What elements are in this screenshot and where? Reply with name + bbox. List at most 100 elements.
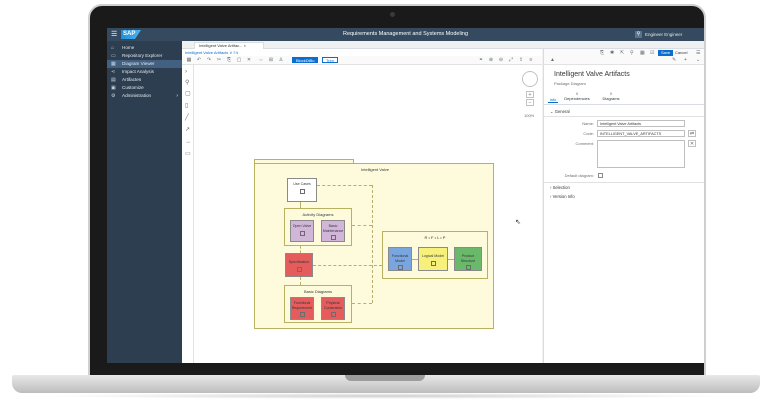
open-valve-element[interactable]: Open Valve	[290, 220, 314, 242]
dependency-icon[interactable]: ↗	[185, 127, 191, 133]
line-icon[interactable]: ╱	[185, 115, 191, 121]
connector-line	[412, 259, 418, 260]
nav-item-repository-explorer[interactable]: ▭ Repository Explorer	[107, 52, 182, 60]
nav-item-impact-analysis[interactable]: ⋖ Impact Analysis	[107, 68, 182, 76]
clear-button[interactable]: ✕	[688, 140, 696, 147]
nav-item-customize[interactable]: ▣ Customize	[107, 84, 182, 92]
properties-tabs: Info 0 Dependencies 0 Diagrams	[544, 89, 704, 105]
up-arrow-icon[interactable]: ▲	[550, 57, 555, 63]
logical-model-element[interactable]: Logical Model	[418, 247, 448, 271]
tab-diagrams[interactable]: 0 Diagrams	[598, 91, 624, 101]
search-icon[interactable]: ⚲	[185, 80, 191, 86]
properties-panel: ⎘ ✱ ⇱ ⚲ ▦ ☑ Save Cancel ☰ ▲ ✎ + ⌄ Intell…	[543, 49, 704, 363]
zoom-out-button[interactable]: −	[526, 99, 534, 106]
frame-icon[interactable]: ▭	[185, 151, 191, 157]
functional-requirement-element[interactable]: Functional Requirement	[290, 297, 314, 320]
paste-icon[interactable]: ▢	[236, 57, 242, 63]
note-icon[interactable]: ▯	[185, 103, 191, 109]
export-icon[interactable]: ⇪	[518, 57, 524, 63]
code-field[interactable]: INTELLIGENT_VALVE_ARTIFACTS	[597, 130, 685, 137]
connect-icon[interactable]: ⚭	[478, 57, 484, 63]
chevron-down-icon[interactable]: ⌄	[696, 57, 700, 63]
delete-icon[interactable]: ✕	[246, 57, 252, 63]
add-icon[interactable]: +	[684, 57, 687, 63]
pan-control[interactable]	[522, 71, 538, 87]
version-info-section-header[interactable]: › Version Info	[550, 194, 575, 199]
connector-line	[372, 185, 373, 303]
blockdibu-button[interactable]: BlockDiBu	[292, 57, 319, 63]
package-title: Intelligent Valve	[361, 167, 389, 172]
specification-element[interactable]: Specification	[285, 253, 313, 277]
more-icon[interactable]: ≡	[528, 57, 534, 63]
user-menu[interactable]: Engineer Engineer	[645, 32, 682, 37]
copy-icon[interactable]: ⎘	[600, 50, 604, 56]
person-icon[interactable]: ♙	[278, 57, 284, 63]
zoom-out-icon[interactable]: ⊖	[498, 57, 504, 63]
shape-palette: › ⚲ ▢ ▯ ╱ ↗ → ▭	[182, 65, 194, 363]
filter-icon[interactable]: ⚲	[630, 50, 634, 56]
undo-icon[interactable]: ↶	[196, 57, 202, 63]
cut-icon[interactable]: ✂	[216, 57, 222, 63]
diagram-icon	[397, 265, 403, 270]
connector-line	[300, 202, 301, 208]
properties-toolbar: ⎘ ✱ ⇱ ⚲ ▦ ☑ Save Cancel ☰ ▲ ✎ + ⌄	[544, 49, 704, 65]
diagram-canvas[interactable]: + − 100% Intelligent Valve Use Cases Act…	[194, 65, 542, 363]
edit-icon[interactable]: ✎	[672, 57, 676, 63]
settings-icon[interactable]: ✱	[610, 50, 614, 56]
nav-item-artifactes[interactable]: ▤ Artifactes	[107, 76, 182, 84]
functional-model-element[interactable]: Functional Model	[388, 247, 412, 271]
tab-intelligent-valve[interactable]: Intelligent Valve Artifac... ×	[194, 42, 264, 49]
rflp-label: R • F • L • P	[424, 235, 446, 240]
nav-item-home[interactable]: ⌂ Home	[107, 44, 182, 52]
camera-icon	[390, 12, 395, 17]
layout-icon[interactable]: ⊞	[268, 57, 274, 63]
comment-field[interactable]	[597, 140, 685, 168]
folder-icon: ▭	[111, 53, 116, 59]
grid-icon[interactable]: ▦	[186, 57, 192, 63]
nav-item-administration[interactable]: ⚙ Administration ›	[107, 92, 182, 100]
check-icon[interactable]: ☑	[650, 50, 654, 56]
link-button[interactable]: ⇄	[688, 130, 696, 137]
object-type: Package Diagram	[554, 81, 586, 86]
physical-constraints-element[interactable]: Physical Constraints	[321, 297, 345, 320]
diagram-icon	[299, 188, 305, 194]
default-diagram-label: Default diagram:	[564, 173, 594, 178]
shell-bar: ☰ SAP Requirements Management and System…	[107, 28, 704, 41]
chevron-right-icon[interactable]: ›	[185, 69, 191, 75]
basic-maintenance-element[interactable]: Basic Maintenance	[321, 220, 345, 242]
name-field[interactable]: Intelligent Valve Artifacts	[597, 120, 685, 127]
redo-icon[interactable]: ↷	[206, 57, 212, 63]
tab-dependencies[interactable]: 0 Dependencies	[562, 91, 592, 101]
rectangle-icon[interactable]: ▢	[185, 91, 191, 97]
use-cases-package[interactable]: Use Cases	[287, 178, 317, 202]
diagram-icon	[430, 260, 436, 266]
product-structure-element[interactable]: Product Structure	[454, 247, 482, 271]
arrow-icon[interactable]: →	[185, 139, 191, 145]
tab-info[interactable]: Info	[548, 97, 558, 103]
general-section-header[interactable]: ⌄ General	[550, 109, 570, 114]
nav-item-diagram-viewer[interactable]: ▦ Diagram Viewer	[107, 60, 182, 68]
search-icon[interactable]: ⚲	[635, 31, 642, 38]
selection-section-header[interactable]: › Selection	[550, 185, 570, 190]
default-diagram-checkbox[interactable]	[598, 173, 603, 178]
document-icon: ▤	[111, 77, 116, 83]
zoom-in-button[interactable]: +	[526, 91, 534, 98]
app-title: Requirements Management and Systems Mode…	[342, 31, 469, 37]
align-icon[interactable]: ⇔	[258, 57, 264, 63]
table-icon[interactable]: ▦	[640, 50, 645, 56]
divider	[544, 182, 704, 183]
save-button[interactable]: Save	[658, 50, 674, 56]
trim-button[interactable]: Trim	[322, 57, 338, 63]
connector-line	[352, 225, 372, 226]
cancel-button[interactable]: Cancel	[675, 50, 687, 56]
diagram-icon	[299, 230, 305, 236]
code-label: Code:	[583, 131, 594, 136]
connector-line	[352, 303, 372, 304]
breadcrumb[interactable]: Intelligent Valve Artifacts ∨ ≡∨	[182, 49, 542, 56]
fit-icon[interactable]: ⤢	[508, 57, 514, 63]
zoom-in-icon[interactable]: ⊕	[488, 57, 494, 63]
copy-icon[interactable]: ⎘	[226, 57, 232, 63]
menu-icon[interactable]: ☰	[696, 50, 700, 56]
link-icon[interactable]: ⇱	[620, 50, 624, 56]
diagram-icon	[330, 312, 336, 317]
